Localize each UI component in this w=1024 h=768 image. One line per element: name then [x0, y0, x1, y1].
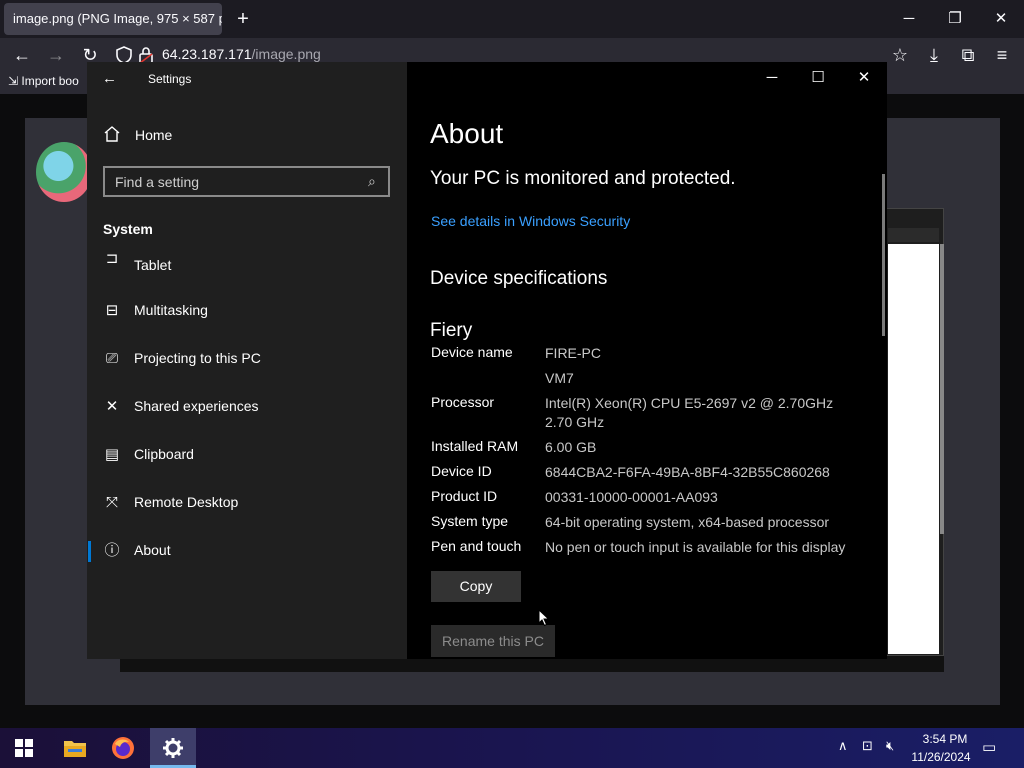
spec-label: Product ID — [431, 488, 498, 504]
sidebar-item-label: Projecting to this PC — [134, 350, 261, 366]
browser-minimize-button[interactable]: ─ — [886, 0, 932, 38]
sidebar-item-shared-experiences[interactable]: ✕ Shared experiences — [87, 384, 407, 432]
sidebar-item-clipboard[interactable]: ▤ Clipboard — [87, 432, 407, 480]
chevron-up-icon[interactable]: ∧ — [838, 738, 848, 754]
download-icon[interactable]: ⤓ — [921, 42, 947, 68]
spec-value: FIRE-PC — [545, 345, 601, 361]
browser-close-button[interactable]: ✕ — [978, 0, 1024, 38]
url-bar[interactable]: 64.23.187.171/image.png — [162, 46, 321, 62]
spec-value: 00331-10000-00001-AA093 — [545, 489, 718, 505]
info-icon: ⓘ — [104, 542, 120, 559]
shared-experiences-icon: ✕ — [105, 398, 119, 415]
import-icon: ⇲ — [8, 74, 22, 88]
multitasking-icon: ⊟ — [105, 302, 119, 319]
sidebar-item-label: About — [134, 542, 171, 558]
spec-value: 64-bit operating system, x64-based proce… — [545, 514, 830, 530]
home-nav-label[interactable]: Home — [135, 127, 172, 143]
new-tab-button[interactable]: + — [232, 6, 254, 32]
sidebar-item-label: Remote Desktop — [134, 494, 239, 510]
spec-value: VM7 — [545, 370, 574, 386]
page-title: About — [430, 118, 504, 149]
notifications-icon[interactable]: ▭ — [982, 738, 996, 756]
spec-label: Pen and touch — [431, 538, 522, 554]
search-placeholder: Find a setting — [115, 174, 200, 190]
sidebar-item-remote-desktop[interactable]: ⤧ Remote Desktop — [87, 480, 407, 528]
mouse-cursor-icon — [538, 608, 550, 627]
settings-back-button[interactable]: ← — [102, 70, 117, 87]
section-heading: System — [103, 221, 153, 237]
settings-minimize-button[interactable]: ─ — [749, 66, 795, 90]
scrollbar[interactable] — [882, 174, 885, 336]
browser-restore-button[interactable]: ❐ — [932, 0, 978, 38]
projecting-icon: ⎚ — [105, 350, 118, 367]
sidebar-item-label: Shared experiences — [134, 398, 259, 414]
spec-label: Processor — [431, 394, 495, 410]
extensions-icon[interactable]: ⧉ — [955, 42, 981, 68]
spec-value: No pen or touch input is available for t… — [545, 539, 846, 555]
protection-status: Your PC is monitored and protected. — [430, 168, 736, 189]
settings-close-button[interactable]: ✕ — [841, 66, 887, 90]
device-spec-heading: Device specifications — [430, 268, 608, 289]
file-explorer-icon[interactable] — [63, 738, 87, 758]
search-icon: ⌕ — [368, 173, 376, 189]
settings-maximize-button[interactable]: ☐ — [795, 66, 841, 90]
spec-label: Installed RAM — [431, 438, 519, 454]
spec-label: Device name — [431, 344, 513, 360]
firefox-icon[interactable] — [111, 736, 135, 760]
back-arrow-icon[interactable]: ← — [9, 42, 35, 68]
url-host: 64.23.187.171 — [162, 46, 252, 62]
home-icon[interactable] — [103, 125, 121, 143]
clipboard-icon: ▤ — [104, 446, 120, 463]
security-link[interactable]: See details in Windows Security — [431, 213, 630, 229]
sidebar-item-tablet[interactable]: ⊐ Tablet — [87, 248, 407, 272]
tablet-icon: ⊐ — [105, 250, 119, 267]
sidebar-item-multitasking[interactable]: ⊟ Multitasking — [87, 288, 407, 336]
remote-desktop-icon: ⤧ — [105, 494, 118, 511]
nested-window-titlebar — [888, 228, 939, 242]
copy-button[interactable]: Copy — [431, 571, 521, 602]
clock-time[interactable]: 3:54 PM — [912, 732, 978, 746]
start-icon[interactable] — [15, 739, 33, 757]
nested-window-page — [888, 244, 939, 654]
sidebar-item-about[interactable]: ⓘ About — [87, 528, 407, 576]
spec-label: System type — [431, 513, 509, 529]
sidebar-item-label: Clipboard — [134, 446, 194, 462]
nested-window-scrollbar — [940, 244, 944, 534]
sidebar-item-label: Multitasking — [134, 302, 208, 318]
settings-content-pane — [407, 62, 887, 659]
sidebar-item-projecting[interactable]: ⎚ Projecting to this PC — [87, 336, 407, 384]
bookmark-label: Import boo — [21, 74, 79, 88]
spec-value: 6.00 GB — [545, 439, 597, 455]
clock-date[interactable]: 11/26/2024 — [908, 750, 974, 764]
forward-arrow-icon[interactable]: → — [43, 42, 69, 68]
bookmark-import[interactable]: ⇲ Import boo — [8, 74, 79, 88]
settings-window-title: Settings — [148, 72, 192, 86]
avatar — [36, 142, 92, 202]
bookmark-star-icon[interactable]: ☆ — [887, 42, 913, 68]
volume-muted-icon[interactable]: 🔇︎ — [886, 738, 894, 754]
spec-value: Intel(R) Xeon(R) CPU E5-2697 v2 @ 2.70GH… — [545, 395, 834, 430]
rename-pc-button[interactable]: Rename this PC — [431, 625, 555, 657]
sidebar-item-label: Tablet — [134, 257, 172, 272]
brand-heading: Fiery — [430, 320, 473, 341]
spec-label: Device ID — [431, 463, 492, 479]
url-path: /image.png — [251, 46, 321, 62]
menu-icon[interactable]: ≡ — [989, 42, 1015, 68]
spec-value: 6844CBA2-F6FA-49BA-8BF4-32B55C860268 — [545, 464, 830, 480]
settings-icon[interactable] — [162, 737, 184, 759]
active-indicator — [88, 541, 91, 562]
network-icon[interactable]: ⊡ — [862, 738, 873, 754]
browser-tab[interactable]: image.png (PNG Image, 975 × 587 pixels) — [4, 3, 222, 35]
